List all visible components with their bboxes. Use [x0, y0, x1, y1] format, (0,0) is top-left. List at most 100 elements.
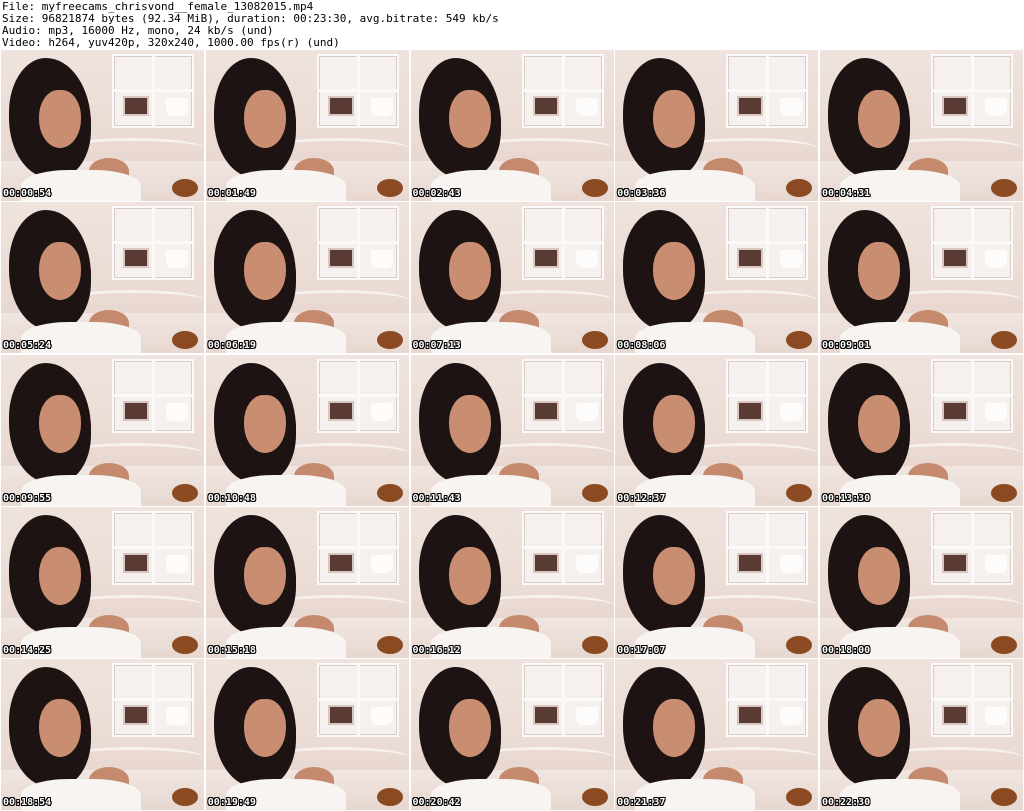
video-thumbnail: 00:09:01 — [820, 202, 1023, 354]
photo-frame — [942, 705, 968, 725]
teddy-bear — [581, 483, 608, 502]
wall-shelf — [316, 358, 399, 433]
video-thumbnail: 00:20:42 — [410, 659, 614, 810]
video-thumbnail: 00:11:43 — [410, 354, 614, 506]
wall-shelf — [316, 510, 399, 585]
person-face — [39, 699, 81, 757]
thumbnail-grid: 00:00:54 00:01:49 00:02:43 00:03:36 00:04:31… — [1, 50, 1023, 810]
photo-frame — [942, 400, 968, 421]
thumbnail-timestamp: 00:05:24 — [3, 340, 52, 352]
wall-shelf — [726, 206, 809, 281]
teddy-bear — [376, 331, 403, 350]
wall-shelf — [726, 358, 809, 433]
wall-shelf — [931, 54, 1013, 128]
mug — [370, 707, 393, 725]
video-thumbnail: 00:08:06 — [615, 202, 819, 354]
video-thumbnail: 00:09:55 — [1, 354, 204, 506]
teddy-bear — [581, 331, 608, 350]
wall-shelf — [521, 358, 604, 433]
mug — [985, 707, 1007, 725]
thumbnail-timestamp: 00:00:54 — [3, 188, 52, 199]
person-face — [653, 546, 696, 605]
teddy-bear — [376, 483, 403, 502]
person-face — [243, 546, 286, 605]
mug — [985, 250, 1007, 269]
teddy-bear — [376, 788, 403, 806]
thumbnail-timestamp: 00:16:12 — [412, 644, 461, 656]
photo-frame — [942, 96, 968, 116]
wall-shelf — [521, 206, 604, 281]
wall-shelf — [726, 510, 809, 585]
photo-frame — [327, 705, 354, 725]
thumbnail-timestamp: 00:09:01 — [822, 340, 871, 352]
thumbnail-timestamp: 00:17:07 — [617, 644, 666, 656]
video-thumbnail: 00:22:30 — [820, 659, 1023, 810]
thumbnail-timestamp: 00:20:42 — [412, 797, 461, 808]
video-thumbnail: 00:06:19 — [205, 202, 409, 354]
photo-frame — [532, 248, 559, 269]
photo-frame — [532, 552, 559, 573]
teddy-bear — [172, 179, 198, 197]
thumbnail-timestamp: 00:12:37 — [617, 492, 666, 504]
video-thumbnail: 00:03:36 — [615, 50, 819, 201]
teddy-bear — [581, 788, 608, 806]
person-face — [858, 242, 900, 301]
wall-shelf — [112, 510, 194, 585]
mug — [780, 250, 803, 269]
video-thumbnail: 00:19:49 — [205, 659, 409, 810]
person-face — [243, 699, 286, 757]
mug — [166, 402, 188, 421]
teddy-bear — [991, 788, 1017, 806]
thumbnail-timestamp: 00:18:54 — [3, 797, 52, 808]
wall-shelf — [931, 206, 1013, 281]
wall-shelf — [112, 663, 194, 737]
mug — [166, 98, 188, 116]
thumbnail-timestamp: 00:22:30 — [822, 797, 871, 808]
video-thumbnail: 00:14:25 — [1, 506, 204, 658]
wall-shelf — [316, 54, 399, 128]
video-thumbnail: 00:00:54 — [1, 50, 204, 201]
photo-frame — [532, 96, 559, 116]
photo-frame — [942, 552, 968, 573]
person-face — [653, 394, 696, 453]
video-thumbnail: 00:18:54 — [1, 659, 204, 810]
mug — [370, 98, 393, 116]
thumbnail-timestamp: 00:21:37 — [617, 797, 666, 808]
wall-shelf — [726, 663, 809, 737]
photo-frame — [123, 400, 149, 421]
mug — [985, 98, 1007, 116]
person-face — [39, 90, 81, 148]
wall-shelf — [112, 358, 194, 433]
mug — [780, 402, 803, 421]
person-face — [448, 90, 491, 148]
teddy-bear — [172, 483, 198, 502]
thumbnail-timestamp: 00:01:49 — [207, 188, 256, 199]
mug — [370, 554, 393, 573]
wall-shelf — [521, 663, 604, 737]
photo-frame — [327, 96, 354, 116]
wall-shelf — [931, 358, 1013, 433]
person-face — [39, 394, 81, 453]
video-thumbnail: 00:05:24 — [1, 202, 204, 354]
wall-shelf — [316, 206, 399, 281]
video-thumbnail: 00:17:07 — [615, 506, 819, 658]
video-thumbnail: 00:01:49 — [205, 50, 409, 201]
video-thumbnail: 00:16:12 — [410, 506, 614, 658]
wall-shelf — [931, 663, 1013, 737]
thumbnail-timestamp: 00:10:48 — [207, 492, 256, 504]
thumbnail-timestamp: 00:07:13 — [412, 340, 461, 352]
video-thumbnail: 00:12:37 — [615, 354, 819, 506]
photo-frame — [737, 400, 764, 421]
mug — [166, 250, 188, 269]
wall-shelf — [521, 510, 604, 585]
thumbnail-timestamp: 00:08:06 — [617, 340, 666, 352]
mug — [985, 402, 1007, 421]
mug — [370, 402, 393, 421]
thumbnail-timestamp: 00:11:43 — [412, 492, 461, 504]
photo-frame — [327, 248, 354, 269]
video-info-line: Video: h264, yuv420p, 320x240, 1000.00 f… — [2, 36, 340, 49]
mug — [166, 554, 188, 573]
mug — [370, 250, 393, 269]
person-face — [39, 546, 81, 605]
mug — [575, 250, 598, 269]
